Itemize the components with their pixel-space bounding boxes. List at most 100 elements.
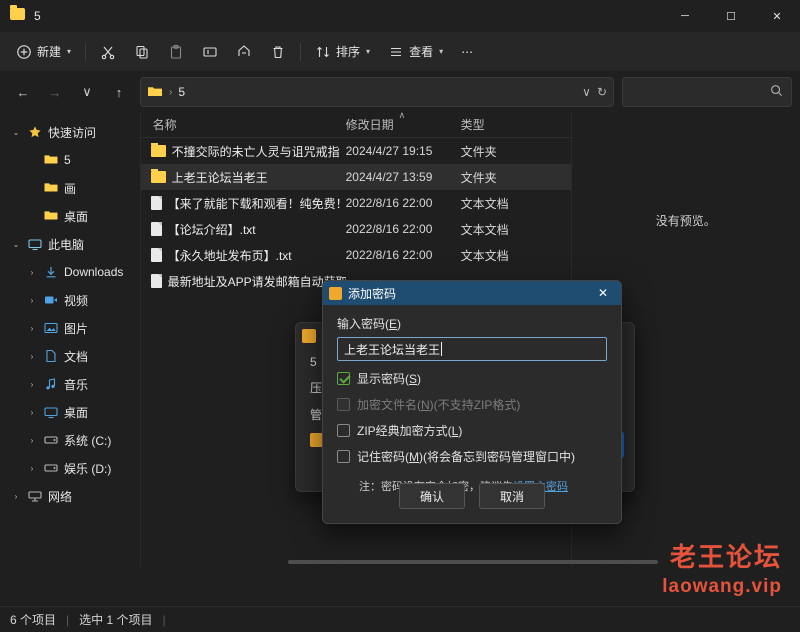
- paste-icon: [168, 44, 184, 60]
- twisty-icon[interactable]: ⌄: [10, 128, 22, 137]
- twisty-icon[interactable]: ›: [26, 324, 38, 333]
- sidebar-item-5[interactable]: › Downloads: [4, 258, 140, 286]
- checkbox[interactable]: [337, 424, 350, 437]
- sidebar-item-3[interactable]: 桌面: [4, 202, 140, 230]
- password-option-label: 显示密码(S): [357, 372, 422, 386]
- confirm-button[interactable]: 确认: [399, 483, 465, 509]
- folder-icon: [44, 181, 58, 195]
- twisty-icon[interactable]: ⌄: [10, 240, 22, 249]
- file-name: 不撞交际的未亡人灵与诅咒戒指: [171, 144, 340, 159]
- address-bar[interactable]: › 5 ∨ ↻: [140, 77, 614, 107]
- maximize-button[interactable]: ☐: [708, 0, 754, 32]
- address-folder-icon: [147, 84, 163, 100]
- cancel-button[interactable]: 取消: [479, 483, 545, 509]
- drive-icon: [44, 461, 58, 475]
- cut-button[interactable]: [92, 37, 124, 67]
- view-button[interactable]: 查看 ▾: [380, 37, 451, 67]
- sidebar-item-6[interactable]: › 视频: [4, 286, 140, 314]
- password-dialog-close-button[interactable]: ✕: [591, 282, 615, 304]
- sidebar-item-1[interactable]: 5: [4, 146, 140, 174]
- checkbox[interactable]: [337, 450, 350, 463]
- minimize-button[interactable]: ─: [662, 0, 708, 32]
- password-label-suffix: ): [397, 317, 402, 331]
- sort-button[interactable]: 排序 ▾: [307, 37, 378, 67]
- file-type: 文本文档: [460, 222, 509, 237]
- sidebar-item-7[interactable]: › 图片: [4, 314, 140, 342]
- twisty-icon[interactable]: ›: [26, 408, 38, 417]
- item-count: 6 个项目: [10, 613, 57, 627]
- twisty-icon[interactable]: ›: [26, 268, 38, 277]
- twisty-icon[interactable]: ›: [26, 464, 38, 473]
- chevron-down-icon: ▾: [439, 47, 444, 56]
- breadcrumb[interactable]: 5: [178, 85, 185, 99]
- twisty-icon[interactable]: ›: [10, 492, 22, 501]
- file-date: 2022/8/16 22:00: [345, 248, 433, 262]
- checkbox: [337, 398, 350, 411]
- folder-icon: [150, 168, 166, 183]
- twisty-icon[interactable]: ›: [26, 352, 38, 361]
- more-button[interactable]: ⋯: [453, 37, 481, 67]
- twisty-icon[interactable]: ›: [26, 436, 38, 445]
- checkbox[interactable]: [337, 372, 350, 385]
- file-date: 2024/4/27 13:59: [345, 170, 433, 184]
- sidebar-item-10[interactable]: › 桌面: [4, 398, 140, 426]
- file-name-cell: 【来了就能下载和观看！纯免费！】.txt: [141, 195, 346, 212]
- network-icon: [28, 489, 42, 503]
- sidebar-item-13[interactable]: › 网络: [4, 482, 140, 510]
- password-option-3[interactable]: 记住密码(M)(将会备忘到密码管理窗口中): [337, 448, 607, 465]
- scrollbar-thumb[interactable]: [287, 560, 658, 564]
- password-option-2[interactable]: ZIP经典加密方式(L): [337, 422, 607, 439]
- twisty-icon[interactable]: ›: [26, 380, 38, 389]
- sidebar-item-2[interactable]: 画: [4, 174, 140, 202]
- delete-button[interactable]: [262, 37, 294, 67]
- file-name-cell: 【论坛介绍】.txt: [141, 221, 346, 238]
- sidebar-item-label: 音乐: [64, 377, 89, 392]
- share-button[interactable]: [228, 37, 260, 67]
- download-icon: [44, 265, 58, 279]
- file-name: 【论坛介绍】.txt: [167, 222, 256, 237]
- password-dialog-titlebar: 添加密码 ✕: [323, 281, 621, 305]
- refresh-icon[interactable]: ↻: [597, 85, 607, 99]
- forward-button[interactable]: →: [40, 77, 70, 107]
- table-row[interactable]: 上老王论坛当老王 2024/4/27 13:59 文件夹: [140, 164, 571, 190]
- recent-locations-button[interactable]: ∨: [72, 77, 102, 107]
- copy-button[interactable]: [126, 37, 158, 67]
- table-row[interactable]: 【来了就能下载和观看！纯免费！】.txt2022/8/16 22:00 文本文档: [141, 190, 571, 216]
- search-input[interactable]: [622, 77, 792, 107]
- new-button[interactable]: 新建 ▾: [8, 37, 79, 67]
- column-header-name[interactable]: 名称: [141, 116, 346, 133]
- table-row[interactable]: 【永久地址发布页】.txt 2022/8/16 22:00 文本文档: [141, 242, 571, 268]
- share-icon: [236, 44, 252, 60]
- address-dropdown-icon[interactable]: ∨: [582, 85, 591, 99]
- sidebar-item-12[interactable]: › 娱乐 (D:): [4, 454, 140, 482]
- horizontal-scrollbar[interactable]: [281, 557, 658, 567]
- sidebar-item-label: 娱乐 (D:): [64, 461, 112, 476]
- txt-icon: [150, 274, 162, 288]
- file-name-cell: 【永久地址发布页】.txt: [141, 247, 346, 264]
- up-button[interactable]: ↑: [104, 77, 134, 107]
- plus-circle-icon: [16, 44, 32, 60]
- pc-icon: [28, 237, 42, 251]
- status-separator-2: |: [162, 612, 166, 627]
- sidebar-item-11[interactable]: › 系统 (C:): [4, 426, 140, 454]
- column-header-type[interactable]: 类型: [461, 116, 571, 133]
- table-row[interactable]: 不撞交际的未亡人灵与诅咒戒指 2024/4/27 19:15 文件夹: [141, 138, 571, 164]
- rename-button[interactable]: [194, 37, 226, 67]
- password-dialog-body: 输入密码(E) 上老王论坛当老王 显示密码(S) 加密文件名(N)(不支持ZIP格…: [323, 305, 621, 494]
- twisty-icon[interactable]: ›: [26, 296, 38, 305]
- sidebar-item-0[interactable]: ⌄ 快速访问: [4, 118, 140, 146]
- rename-icon: [202, 44, 218, 60]
- close-button[interactable]: ✕: [754, 0, 800, 32]
- sidebar-item-9[interactable]: › 音乐: [4, 370, 140, 398]
- sidebar-item-4[interactable]: ⌄ 此电脑: [4, 230, 140, 258]
- sidebar-item-label: 视频: [64, 293, 89, 308]
- table-row[interactable]: 【论坛介绍】.txt 2022/8/16 22:00 文本文档: [141, 216, 571, 242]
- password-input[interactable]: 上老王论坛当老王: [337, 337, 607, 361]
- paste-button[interactable]: [160, 37, 192, 67]
- password-option-0[interactable]: 显示密码(S): [337, 370, 607, 387]
- add-password-dialog: 添加密码 ✕ 输入密码(E) 上老王论坛当老王 显示密码(S) 加密文件名(N)(…: [322, 280, 622, 524]
- sort-label: 排序: [336, 45, 361, 59]
- back-button[interactable]: ←: [8, 77, 38, 107]
- sidebar-item-8[interactable]: › 文档: [4, 342, 140, 370]
- status-separator: |: [66, 612, 70, 627]
